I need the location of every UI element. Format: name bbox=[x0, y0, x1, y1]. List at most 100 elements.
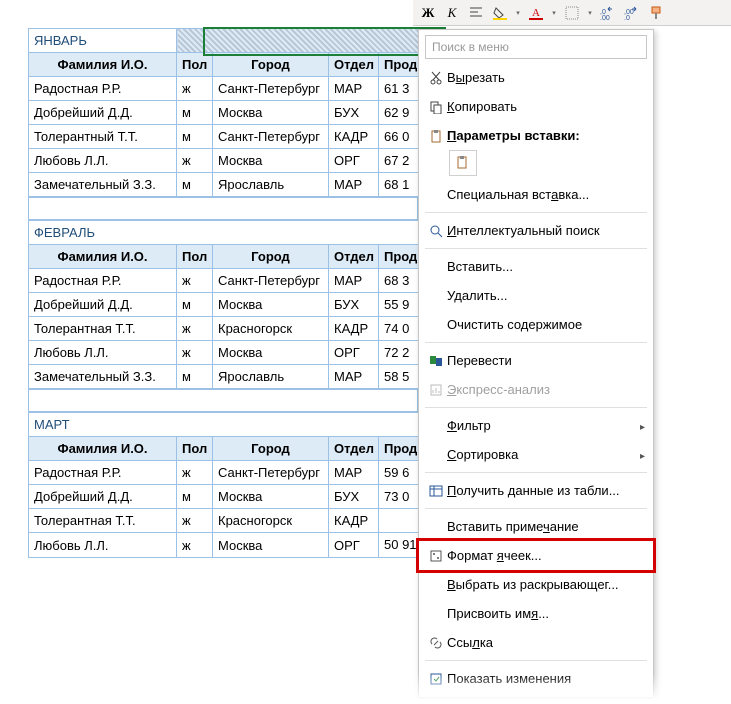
cell-dept[interactable]: БУХ bbox=[329, 101, 379, 125]
cell-sex[interactable]: м bbox=[177, 125, 213, 149]
cell-sales[interactable] bbox=[379, 509, 419, 533]
cell-sex[interactable]: м bbox=[177, 293, 213, 317]
cell-dept[interactable]: МАР bbox=[329, 365, 379, 389]
col-name[interactable]: Фамилия И.О. bbox=[29, 437, 177, 461]
cell-name[interactable]: Радостная Р.Р. bbox=[29, 269, 177, 293]
italic-button[interactable]: К bbox=[443, 4, 461, 22]
menu-get-table-data[interactable]: Получить данные из табли... bbox=[419, 476, 653, 505]
cell-name[interactable]: Толерантный Т.Т. bbox=[29, 125, 177, 149]
menu-insert-comment[interactable]: Вставить примечание bbox=[419, 512, 653, 541]
cell-dept[interactable]: КАДР bbox=[329, 317, 379, 341]
cell-dept[interactable]: ОРГ bbox=[329, 341, 379, 365]
menu-clear[interactable]: Очистить содержимое bbox=[419, 310, 653, 339]
cell-sex[interactable]: ж bbox=[177, 269, 213, 293]
menu-filter[interactable]: Фильтр bbox=[419, 411, 653, 440]
cell-sex[interactable]: ж bbox=[177, 461, 213, 485]
cell-sales[interactable]: 50 914 ₽ bbox=[379, 533, 419, 558]
col-sales[interactable]: Прод bbox=[379, 437, 419, 461]
col-sex[interactable]: Пол bbox=[177, 53, 213, 77]
table-row[interactable]: Толерантная Т.Т.жКрасногорскКАДР74 0 bbox=[29, 317, 419, 341]
menu-cut[interactable]: Вырезать bbox=[419, 63, 653, 92]
table-feb[interactable]: ФЕВРАЛЬ Фамилия И.О. Пол Город Отдел Про… bbox=[28, 220, 419, 389]
table-row[interactable]: Замечательный З.З.мЯрославльМАР68 1 bbox=[29, 173, 419, 197]
col-city[interactable]: Город bbox=[213, 53, 329, 77]
table-row[interactable]: Радостная Р.Р.жСанкт-ПетербургМАР61 3 bbox=[29, 77, 419, 101]
col-city[interactable]: Город bbox=[213, 245, 329, 269]
table-row[interactable]: Замечательный З.З.мЯрославльМАР58 5 bbox=[29, 365, 419, 389]
cell-city[interactable]: Красногорск bbox=[213, 317, 329, 341]
menu-paste-special[interactable]: Специальная вставка... bbox=[419, 180, 653, 209]
cell-sex[interactable]: ж bbox=[177, 341, 213, 365]
fill-color-dropdown[interactable] bbox=[515, 9, 521, 17]
cell-city[interactable]: Москва bbox=[213, 341, 329, 365]
menu-sort[interactable]: Сортировка bbox=[419, 440, 653, 469]
cell-city[interactable]: Москва bbox=[213, 533, 329, 558]
cell-sex[interactable]: ж bbox=[177, 509, 213, 533]
align-button[interactable] bbox=[467, 4, 485, 22]
cell-name[interactable]: Толерантная Т.Т. bbox=[29, 317, 177, 341]
menu-format-cells[interactable]: Формат ячеек... bbox=[419, 541, 653, 570]
cell-sales[interactable]: 67 2 bbox=[379, 149, 419, 173]
cell-city[interactable]: Ярославль bbox=[213, 173, 329, 197]
cell-name[interactable]: Добрейший Д.Д. bbox=[29, 293, 177, 317]
cell-city[interactable]: Санкт-Петербург bbox=[213, 461, 329, 485]
table-row[interactable]: Добрейший Д.Д.мМоскваБУХ62 9 bbox=[29, 101, 419, 125]
cell-sex[interactable]: ж bbox=[177, 149, 213, 173]
table-mar[interactable]: МАРТ Фамилия И.О. Пол Город Отдел Прод Р… bbox=[28, 412, 419, 558]
cell-name[interactable]: Любовь Л.Л. bbox=[29, 341, 177, 365]
table-row[interactable]: Любовь Л.Л.жМоскваОРГ50 914 ₽ bbox=[29, 533, 419, 558]
menu-insert[interactable]: Вставить... bbox=[419, 252, 653, 281]
col-dept[interactable]: Отдел bbox=[329, 245, 379, 269]
cell-city[interactable]: Санкт-Петербург bbox=[213, 269, 329, 293]
font-color-button[interactable]: А bbox=[527, 4, 545, 22]
cell-sales[interactable]: 68 1 bbox=[379, 173, 419, 197]
menu-translate[interactable]: Перевести bbox=[419, 346, 653, 375]
cell-dept[interactable]: МАР bbox=[329, 461, 379, 485]
menu-define-name[interactable]: Присвоить имя... bbox=[419, 599, 653, 628]
cell-city[interactable]: Москва bbox=[213, 293, 329, 317]
table-row[interactable]: Толерантный Т.Т.мСанкт-ПетербургКАДР66 0 bbox=[29, 125, 419, 149]
cell-name[interactable]: Любовь Л.Л. bbox=[29, 149, 177, 173]
cell-city[interactable]: Ярославль bbox=[213, 365, 329, 389]
cell-sales[interactable]: 68 3 bbox=[379, 269, 419, 293]
month-row-jan[interactable]: ЯНВАРЬ bbox=[29, 29, 419, 53]
menu-delete[interactable]: Удалить... bbox=[419, 281, 653, 310]
cell-sex[interactable]: ж bbox=[177, 533, 213, 558]
menu-smart-lookup[interactable]: Интеллектуальный поиск bbox=[419, 216, 653, 245]
month-row-mar[interactable]: МАРТ bbox=[29, 413, 419, 437]
cell-sales[interactable]: 61 3 bbox=[379, 77, 419, 101]
cell-sales[interactable]: 59 6 bbox=[379, 461, 419, 485]
col-city[interactable]: Город bbox=[213, 437, 329, 461]
increase-decimal-button[interactable]: ,00,0 bbox=[623, 4, 641, 22]
table-row[interactable]: Любовь Л.Л.жМоскваОРГ67 2 bbox=[29, 149, 419, 173]
paste-default-button[interactable] bbox=[449, 150, 477, 176]
decrease-decimal-button[interactable]: ,0,00 bbox=[599, 4, 617, 22]
cell-city[interactable]: Санкт-Петербург bbox=[213, 77, 329, 101]
cell-dept[interactable]: МАР bbox=[329, 269, 379, 293]
cell-sex[interactable]: ж bbox=[177, 317, 213, 341]
col-sex[interactable]: Пол bbox=[177, 437, 213, 461]
cell-dept[interactable]: КАДР bbox=[329, 509, 379, 533]
bold-button[interactable]: Ж bbox=[419, 4, 437, 22]
cell-city[interactable]: Москва bbox=[213, 485, 329, 509]
cell-dept[interactable]: ОРГ bbox=[329, 149, 379, 173]
col-name[interactable]: Фамилия И.О. bbox=[29, 53, 177, 77]
table-row[interactable]: Добрейший Д.Д.мМоскваБУХ55 9 bbox=[29, 293, 419, 317]
cell-sex[interactable]: м bbox=[177, 485, 213, 509]
cell-name[interactable]: Любовь Л.Л. bbox=[29, 533, 177, 558]
cell-sex[interactable]: м bbox=[177, 173, 213, 197]
col-sex[interactable]: Пол bbox=[177, 245, 213, 269]
col-dept[interactable]: Отдел bbox=[329, 53, 379, 77]
fill-color-button[interactable] bbox=[491, 4, 509, 22]
col-name[interactable]: Фамилия И.О. bbox=[29, 245, 177, 269]
cell-sales[interactable]: 62 9 bbox=[379, 101, 419, 125]
font-color-dropdown[interactable] bbox=[551, 9, 557, 17]
cell-sales[interactable]: 55 9 bbox=[379, 293, 419, 317]
col-sales[interactable]: Прод bbox=[379, 245, 419, 269]
cell-name[interactable]: Замечательный З.З. bbox=[29, 173, 177, 197]
col-dept[interactable]: Отдел bbox=[329, 437, 379, 461]
cell-dept[interactable]: ОРГ bbox=[329, 533, 379, 558]
cell-sales[interactable]: 66 0 bbox=[379, 125, 419, 149]
cell-name[interactable]: Толерантная Т.Т. bbox=[29, 509, 177, 533]
borders-button[interactable] bbox=[563, 4, 581, 22]
